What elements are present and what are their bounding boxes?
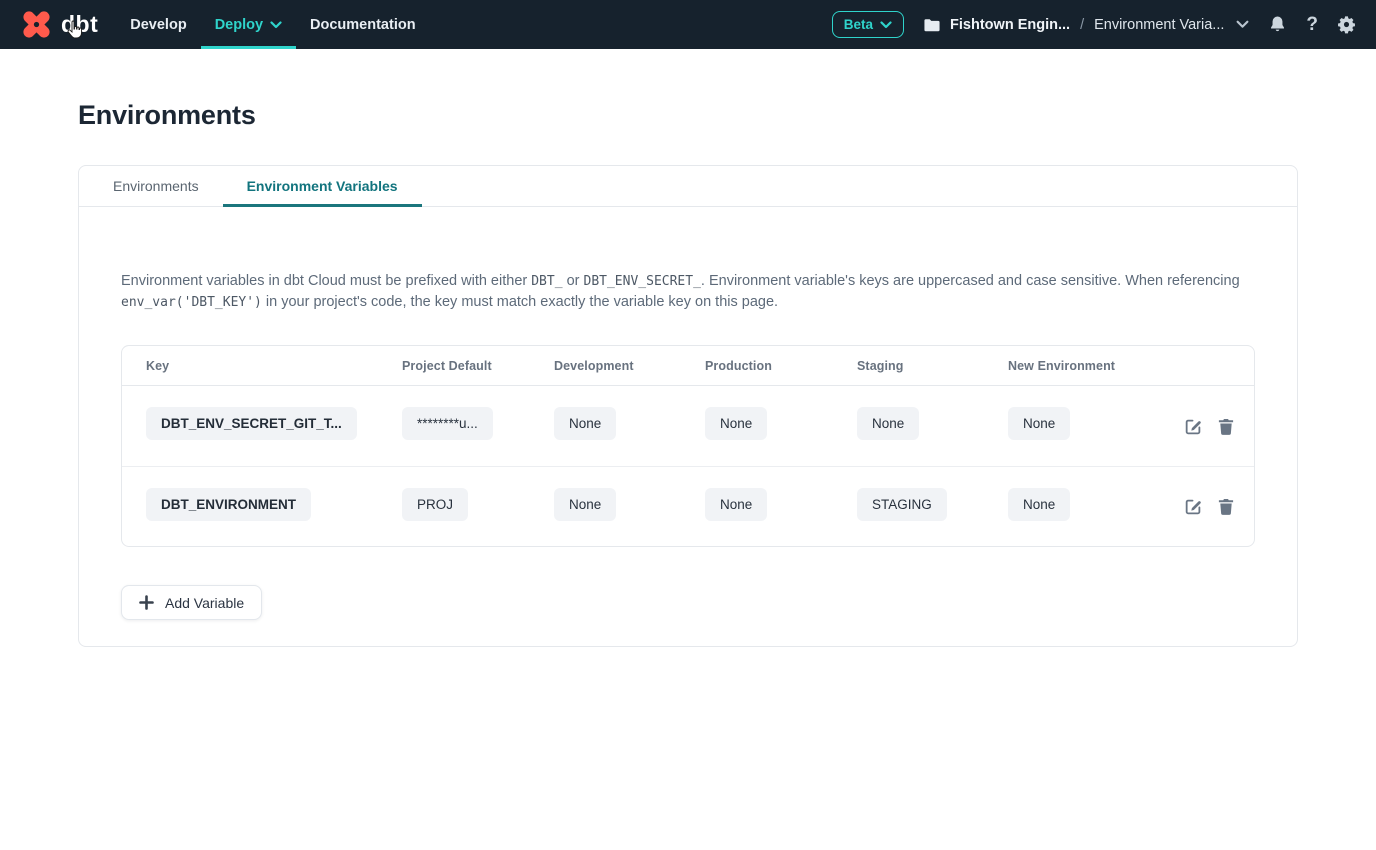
nav-item-documentation[interactable]: Documentation bbox=[296, 0, 430, 49]
plus-icon bbox=[139, 595, 154, 610]
desc-text: . Environment variable's keys are upperc… bbox=[701, 273, 1240, 289]
table-row: DBT_ENVIRONMENT PROJ None None STAGING N… bbox=[122, 466, 1254, 546]
notifications-bell-icon[interactable] bbox=[1268, 15, 1287, 34]
env-var-development: None bbox=[554, 407, 616, 440]
env-var-key: DBT_ENVIRONMENT bbox=[146, 488, 311, 521]
chevron-down-icon bbox=[1236, 20, 1249, 29]
tabbar: Environments Environment Variables bbox=[79, 166, 1297, 207]
beta-dropdown[interactable]: Beta bbox=[832, 11, 904, 38]
desc-text: or bbox=[563, 273, 584, 289]
help-glyph: ? bbox=[1306, 15, 1318, 34]
tab-environment-variables[interactable]: Environment Variables bbox=[223, 166, 422, 206]
env-var-new-environment: None bbox=[1008, 488, 1070, 521]
col-header-key: Key bbox=[122, 359, 402, 373]
nav-label: Develop bbox=[130, 17, 186, 33]
add-variable-button[interactable]: Add Variable bbox=[121, 585, 262, 620]
col-header-project-default: Project Default bbox=[402, 359, 554, 373]
main-content: Environments Environments Environment Va… bbox=[0, 100, 1376, 647]
navbar-right: Beta Fishtown Engin... / Environment Var… bbox=[832, 11, 1356, 38]
nav-label: Deploy bbox=[215, 17, 263, 33]
desc-text: in your project's code, the key must mat… bbox=[262, 294, 778, 310]
beta-label: Beta bbox=[844, 17, 873, 32]
env-var-new-environment: None bbox=[1008, 407, 1070, 440]
settings-gear-icon[interactable] bbox=[1337, 15, 1356, 34]
env-var-staging: STAGING bbox=[857, 488, 947, 521]
env-var-project-default: ********u... bbox=[402, 407, 493, 440]
delete-trash-icon[interactable] bbox=[1218, 417, 1234, 436]
desc-code-secret-prefix: DBT_ENV_SECRET_ bbox=[584, 274, 701, 289]
chevron-down-icon bbox=[270, 21, 282, 29]
breadcrumb-project: Fishtown Engin... bbox=[950, 17, 1070, 33]
tab-label: Environment Variables bbox=[247, 178, 398, 194]
col-header-staging: Staging bbox=[857, 359, 1008, 373]
desc-code-dbt-prefix: DBT_ bbox=[531, 274, 562, 289]
env-var-key: DBT_ENV_SECRET_GIT_T... bbox=[146, 407, 357, 440]
help-icon[interactable]: ? bbox=[1306, 15, 1318, 34]
table-row: DBT_ENV_SECRET_GIT_T... ********u... Non… bbox=[122, 386, 1254, 466]
desc-text: Environment variables in dbt Cloud must … bbox=[121, 273, 531, 289]
desc-code-env-var: env_var('DBT_KEY') bbox=[121, 295, 262, 310]
env-vars-description: Environment variables in dbt Cloud must … bbox=[121, 271, 1255, 313]
env-vars-table: Key Project Default Development Producti… bbox=[121, 345, 1255, 547]
top-navbar: dbt Develop Deploy Documentation Beta bbox=[0, 0, 1376, 49]
edit-icon[interactable] bbox=[1184, 497, 1203, 516]
dbt-logo-icon bbox=[20, 8, 53, 41]
env-var-production: None bbox=[705, 488, 767, 521]
row-actions bbox=[1168, 497, 1254, 516]
dbt-logo[interactable]: dbt bbox=[20, 8, 98, 41]
primary-nav: Develop Deploy Documentation bbox=[116, 0, 429, 49]
edit-icon[interactable] bbox=[1184, 417, 1203, 436]
env-var-project-default: PROJ bbox=[402, 488, 468, 521]
tab-environments[interactable]: Environments bbox=[89, 166, 223, 206]
env-var-production: None bbox=[705, 407, 767, 440]
add-variable-label: Add Variable bbox=[165, 595, 244, 611]
env-var-development: None bbox=[554, 488, 616, 521]
project-breadcrumb[interactable]: Fishtown Engin... / Environment Varia... bbox=[923, 17, 1249, 33]
col-header-development: Development bbox=[554, 359, 705, 373]
breadcrumb-separator: / bbox=[1080, 17, 1084, 33]
delete-trash-icon[interactable] bbox=[1218, 497, 1234, 516]
nav-label: Documentation bbox=[310, 17, 416, 33]
chevron-down-icon bbox=[880, 21, 892, 29]
row-actions bbox=[1168, 417, 1254, 436]
env-var-staging: None bbox=[857, 407, 919, 440]
nav-item-develop[interactable]: Develop bbox=[116, 0, 200, 49]
environments-card: Environments Environment Variables Envir… bbox=[78, 165, 1298, 647]
table-header-row: Key Project Default Development Producti… bbox=[122, 346, 1254, 386]
breadcrumb-page: Environment Varia... bbox=[1094, 17, 1224, 33]
mouse-cursor-icon bbox=[66, 20, 84, 45]
tab-label: Environments bbox=[113, 178, 199, 194]
nav-item-deploy[interactable]: Deploy bbox=[201, 0, 296, 49]
folder-icon bbox=[923, 17, 941, 33]
card-body: Environment variables in dbt Cloud must … bbox=[79, 207, 1297, 646]
col-header-new-environment: New Environment bbox=[1008, 359, 1168, 373]
col-header-production: Production bbox=[705, 359, 857, 373]
page-title: Environments bbox=[78, 100, 1298, 131]
